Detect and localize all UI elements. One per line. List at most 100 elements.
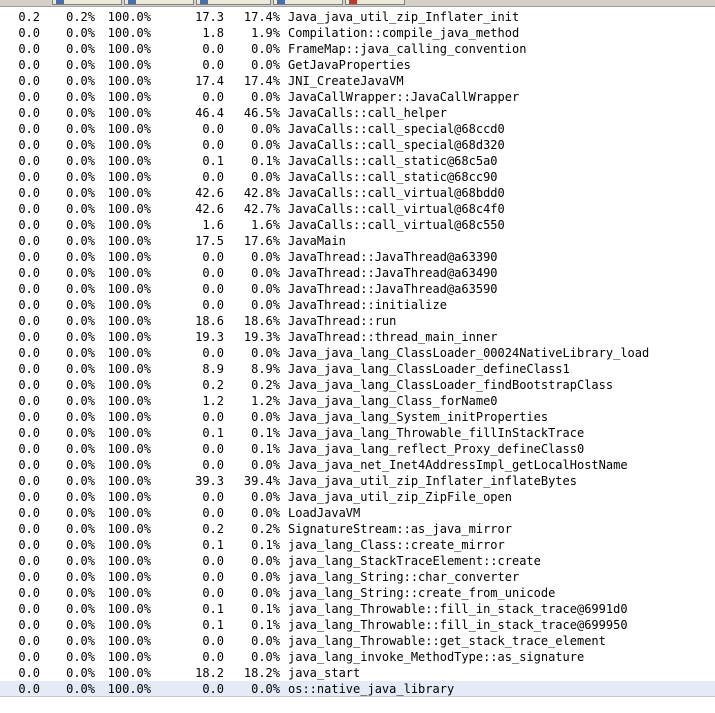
total-percent-cell: 0.0%	[251, 90, 280, 104]
table-row[interactable]: 0.0 0.0% 100.0% 0.0 0.0% JavaThread::JavaThre…	[0, 249, 715, 265]
total-percent-cell: 0.0%	[251, 570, 280, 584]
table-row[interactable]: 0.0 0.0% 100.0% 0.0 0.0% JavaCallWrapper::Jav…	[0, 89, 715, 105]
table-row[interactable]: 0.0 0.0% 100.0% 17.5 17.6% JavaMain	[0, 233, 715, 249]
self-percent-cell: 0.0%	[66, 666, 95, 680]
table-row[interactable]: 0.0 0.0% 100.0% 0.0 0.0% Java_java_util_zip_Z…	[0, 489, 715, 505]
table-row[interactable]: 0.0 0.0% 100.0% 17.4 17.4% JNI_CreateJavaVM	[0, 73, 715, 89]
table-row[interactable]: 0.0 0.0% 100.0% 0.0 0.0% FrameMap::java_calli…	[0, 41, 715, 57]
table-row[interactable]: 0.0 0.0% 100.0% 0.1 0.1% Java_java_lang_Throw…	[0, 425, 715, 441]
table-row[interactable]: 0.0 0.0% 100.0% 0.2 0.2% SignatureStream::as_…	[0, 521, 715, 537]
total-percent-cell: 0.1%	[251, 426, 280, 440]
table-row[interactable]: 0.0 0.0% 100.0% 0.0 0.0% JavaCalls::call_spec…	[0, 137, 715, 153]
function-name-cell: JavaCalls::call_static@68cc90	[288, 170, 498, 184]
function-name-cell: Java_java_lang_Throwable_fillInStackTrac…	[288, 426, 585, 440]
function-name-cell: os::native_java_library	[288, 682, 455, 696]
table-row[interactable]: 0.2 0.2% 100.0% 17.3 17.4% Java_java_util_zip…	[0, 9, 715, 25]
tab-5-active[interactable]	[345, 0, 405, 5]
table-row[interactable]: 0.0 0.0% 100.0% 0.0 0.0% java_lang_invoke_Met…	[0, 649, 715, 665]
tab-1[interactable]	[52, 0, 122, 5]
self-time-cell: 0.0	[18, 602, 40, 616]
cumulative-percent-cell: 100.0%	[107, 42, 151, 56]
cumulative-percent-cell: 100.0%	[107, 394, 151, 408]
table-row[interactable]: 0.0 0.0% 100.0% 19.3 19.3% JavaThread::thread…	[0, 329, 715, 345]
table-row[interactable]: 0.0 0.0% 100.0% 0.0 0.0% java_lang_String::cr…	[0, 585, 715, 601]
total-percent-cell: 17.4%	[243, 74, 280, 88]
cumulative-percent-cell: 100.0%	[107, 330, 151, 344]
table-row[interactable]: 0.0 0.0% 100.0% 0.0 0.0% JavaThread::initiali…	[0, 297, 715, 313]
table-row[interactable]: 0.0 0.0% 100.0% 0.0 0.0% java_lang_Throwable:…	[0, 633, 715, 649]
table-row[interactable]: 0.0 0.0% 100.0% 0.1 0.1% java_lang_Class::cre…	[0, 537, 715, 553]
function-name-cell: JavaThread::JavaThread@a63590	[288, 282, 498, 296]
tab-strip	[0, 0, 715, 7]
table-row[interactable]: 0.0 0.0% 100.0% 0.0 0.0% LoadJavaVM	[0, 505, 715, 521]
table-row[interactable]: 0.0 0.0% 100.0% 18.6 18.6% JavaThread::run	[0, 313, 715, 329]
cumulative-percent-cell: 100.0%	[107, 186, 151, 200]
table-row[interactable]: 0.0 0.0% 100.0% 1.6 1.6% JavaCalls::call_virt…	[0, 217, 715, 233]
self-time-cell: 0.0	[18, 378, 40, 392]
function-name-cell: SignatureStream::as_java_mirror	[288, 522, 512, 536]
self-time-cell: 0.0	[18, 154, 40, 168]
table-row[interactable]: 0.0 0.0% 100.0% 46.4 46.5% JavaCalls::call_he…	[0, 105, 715, 121]
function-name-cell: Java_java_lang_ClassLoader_defineClass1	[288, 362, 570, 376]
cumulative-percent-cell: 100.0%	[107, 154, 151, 168]
total-time-cell: 0.0	[202, 58, 224, 72]
table-row[interactable]: 0.0 0.0% 100.0% 0.0 0.0% java_lang_StackTrace…	[0, 553, 715, 569]
table-row[interactable]: 0.0 0.0% 100.0% 0.0 0.0% JavaCalls::call_stat…	[0, 169, 715, 185]
self-time-cell: 0.2	[18, 10, 40, 24]
cumulative-percent-cell: 100.0%	[107, 634, 151, 648]
function-name-cell: Java_java_net_Inet4AddressImpl_getLocalH…	[288, 458, 628, 472]
table-row[interactable]: 0.0 0.0% 100.0% 0.0 0.0% java_lang_String::ch…	[0, 569, 715, 585]
cumulative-percent-cell: 100.0%	[107, 250, 151, 264]
total-percent-cell: 0.0%	[251, 682, 280, 696]
tab-2[interactable]	[124, 0, 194, 5]
table-row[interactable]: 0.0 0.0% 100.0% 0.1 0.1% java_lang_Throwable:…	[0, 601, 715, 617]
self-percent-cell: 0.0%	[66, 42, 95, 56]
self-time-cell: 0.0	[18, 554, 40, 568]
cumulative-percent-cell: 100.0%	[107, 570, 151, 584]
table-row[interactable]: 0.0 0.0% 100.0% 8.9 8.9% Java_java_lang_Class…	[0, 361, 715, 377]
self-time-cell: 0.0	[18, 426, 40, 440]
function-name-cell: JavaThread::JavaThread@a63390	[288, 250, 498, 264]
cumulative-percent-cell: 100.0%	[107, 90, 151, 104]
total-percent-cell: 17.6%	[243, 234, 280, 248]
table-row[interactable]: 0.0 0.0% 100.0% 0.0 0.0% GetJavaProperties	[0, 57, 715, 73]
function-name-cell: JavaCalls::call_special@68d320	[288, 138, 505, 152]
self-percent-cell: 0.0%	[66, 490, 95, 504]
tab-4[interactable]	[273, 0, 343, 5]
self-time-cell: 0.0	[18, 26, 40, 40]
total-percent-cell: 0.1%	[251, 618, 280, 632]
table-row[interactable]: 0.0 0.0% 100.0% 0.0 0.0% JavaThread::JavaThre…	[0, 265, 715, 281]
total-percent-cell: 42.8%	[243, 186, 280, 200]
self-percent-cell: 0.0%	[66, 634, 95, 648]
self-time-cell: 0.0	[18, 266, 40, 280]
total-percent-cell: 0.0%	[251, 650, 280, 664]
self-percent-cell: 0.0%	[66, 122, 95, 136]
table-row[interactable]: 0.0 0.0% 100.0% 1.2 1.2% Java_java_lang_Class…	[0, 393, 715, 409]
self-percent-cell: 0.0%	[66, 618, 95, 632]
table-row[interactable]: 0.0 0.0% 100.0% 1.8 1.9% Compilation::compile…	[0, 25, 715, 41]
table-row[interactable]: 0.0 0.0% 100.0% 0.0 0.1% Java_java_lang_refle…	[0, 441, 715, 457]
total-time-cell: 0.0	[202, 138, 224, 152]
table-row[interactable]: 0.0 0.0% 100.0% 0.1 0.1% java_lang_Throwable:…	[0, 617, 715, 633]
total-time-cell: 8.9	[202, 362, 224, 376]
table-row[interactable]: 0.0 0.0% 100.0% 0.1 0.1% JavaCalls::call_stat…	[0, 153, 715, 169]
total-percent-cell: 0.1%	[251, 602, 280, 616]
table-row[interactable]: 0.0 0.0% 100.0% 0.2 0.2% Java_java_lang_Class…	[0, 377, 715, 393]
table-row[interactable]: 0.0 0.0% 100.0% 18.2 18.2% java_start	[0, 665, 715, 681]
total-time-cell: 42.6	[195, 202, 224, 216]
table-row[interactable]: 0.0 0.0% 100.0% 42.6 42.7% JavaCalls::call_vi…	[0, 201, 715, 217]
table-row[interactable]: 0.0 0.0% 100.0% 0.0 0.0% JavaThread::JavaThre…	[0, 281, 715, 297]
table-row[interactable]: 0.0 0.0% 100.0% 0.0 0.0% Java_java_lang_Syste…	[0, 409, 715, 425]
total-time-cell: 0.0	[202, 682, 224, 696]
self-time-cell: 0.0	[18, 42, 40, 56]
total-time-cell: 0.0	[202, 266, 224, 280]
table-row[interactable]: 0.0 0.0% 100.0% 0.0 0.0% Java_java_net_Inet4A…	[0, 457, 715, 473]
table-row[interactable]: 0.0 0.0% 100.0% 42.6 42.8% JavaCalls::call_vi…	[0, 185, 715, 201]
table-row[interactable]: 0.0 0.0% 100.0% 39.3 39.4% Java_java_util_zip…	[0, 473, 715, 489]
table-row[interactable]: 0.0 0.0% 100.0% 0.0 0.0% os::native_java_libr…	[0, 681, 715, 697]
table-row[interactable]: 0.0 0.0% 100.0% 0.0 0.0% Java_java_lang_Class…	[0, 345, 715, 361]
table-row[interactable]: 0.0 0.0% 100.0% 0.0 0.0% JavaCalls::call_spec…	[0, 121, 715, 137]
cumulative-percent-cell: 100.0%	[107, 586, 151, 600]
self-time-cell: 0.0	[18, 298, 40, 312]
tab-3[interactable]	[196, 0, 271, 5]
